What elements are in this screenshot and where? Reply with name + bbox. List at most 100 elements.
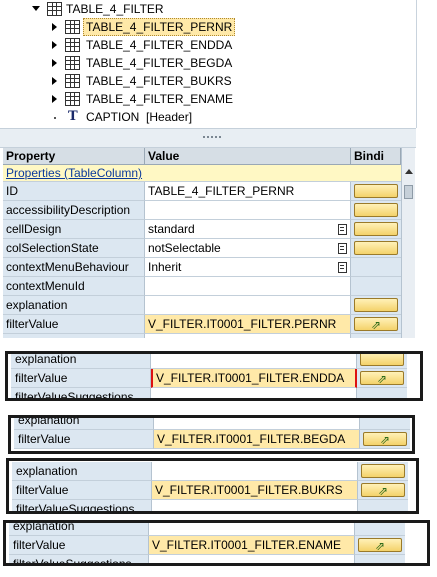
- tree-node-column[interactable]: TABLE_4_FILTER_ENAME: [0, 90, 416, 108]
- binding-button[interactable]: ⇗: [363, 432, 407, 447]
- property-name: filterValueSuggestions: [11, 388, 151, 398]
- splitter-handle[interactable]: [0, 128, 416, 148]
- property-row: filterValue V_FILTER.IT0001_FILTER.PERNR…: [3, 315, 401, 334]
- property-value-text: notSelectable: [148, 241, 221, 255]
- property-value[interactable]: [145, 201, 351, 220]
- property-value[interactable]: standard: [145, 220, 351, 239]
- binding-cell: [357, 388, 407, 398]
- scroll-thumb[interactable]: [404, 185, 413, 199]
- property-value[interactable]: V_FILTER.IT0001_FILTER.ENDDA: [151, 369, 357, 388]
- column-header-binding[interactable]: Bindi: [351, 148, 401, 165]
- tree-node-suffix: [Header]: [146, 110, 193, 124]
- binding-button[interactable]: [354, 184, 398, 198]
- table-icon: [65, 38, 80, 52]
- property-row: explanation: [3, 296, 401, 315]
- expand-icon[interactable]: [52, 41, 57, 49]
- property-name: contextMenuBehaviour: [3, 258, 145, 277]
- value-help-icon[interactable]: [338, 243, 347, 254]
- annotated-snippet: explanation filterValue V_FILTER.IT0001_…: [8, 415, 415, 454]
- property-name: filterValue: [11, 369, 151, 388]
- property-value[interactable]: [151, 354, 357, 369]
- property-section-header[interactable]: Properties (TableColumn): [3, 165, 401, 182]
- expand-icon[interactable]: [52, 77, 57, 85]
- property-name: accessibilityDescription: [3, 201, 145, 220]
- property-value[interactable]: notSelectable: [145, 239, 351, 258]
- property-value[interactable]: [145, 277, 351, 296]
- binding-cell: ⇗: [358, 481, 408, 500]
- property-name: filterValue: [9, 536, 149, 555]
- table-icon: [65, 92, 80, 106]
- property-name: explanation: [12, 462, 152, 481]
- binding-icon: ⇗: [375, 539, 386, 553]
- tree-node-label: TABLE_4_FILTER_ENDDA: [86, 38, 233, 52]
- binding-cell: [351, 296, 401, 315]
- property-value[interactable]: V_FILTER.IT0001_FILTER.BEGDA: [154, 430, 360, 449]
- text-element-icon: T: [68, 109, 78, 124]
- property-row: cellDesign standard: [3, 220, 401, 239]
- tree-node-column[interactable]: TABLE_4_FILTER_BEGDA: [0, 54, 416, 72]
- property-value[interactable]: V_FILTER.IT0001_FILTER.PERNR: [145, 315, 351, 334]
- binding-button[interactable]: [354, 298, 398, 312]
- property-name: filterValueSuggestions: [12, 500, 152, 511]
- property-value[interactable]: [149, 555, 355, 563]
- binding-cell: [351, 277, 401, 296]
- table-icon: [65, 74, 80, 88]
- binding-cell: [351, 258, 401, 277]
- property-row: colSelectionState notSelectable: [3, 239, 401, 258]
- column-header-property[interactable]: Property: [3, 148, 145, 165]
- property-grid: Property Value Bindi Properties (TableCo…: [3, 148, 415, 338]
- property-value[interactable]: [149, 523, 355, 536]
- binding-button[interactable]: [354, 203, 398, 217]
- ui-element-tree: TABLE_4_FILTER TABLE_4_FILTER_PERNR TABL…: [0, 0, 417, 128]
- property-name: explanation: [14, 418, 154, 430]
- property-value[interactable]: TABLE_4_FILTER_PERNR: [145, 182, 351, 201]
- property-name: explanation: [3, 296, 145, 315]
- table-icon: [65, 20, 80, 34]
- binding-button[interactable]: ⇗: [358, 538, 402, 553]
- annotated-snippet: explanation filterValue V_FILTER.IT0001_…: [6, 458, 419, 514]
- tree-node-label: TABLE_4_FILTER_ENAME: [86, 92, 233, 106]
- property-value[interactable]: V_FILTER.IT0001_FILTER.ENAME: [149, 536, 355, 555]
- column-header-value[interactable]: Value: [145, 148, 351, 165]
- tree-node-column[interactable]: TABLE_4_FILTER_ENDDA: [0, 36, 416, 54]
- property-row: contextMenuId: [3, 277, 401, 296]
- binding-cell: [351, 201, 401, 220]
- tree-node-caption[interactable]: T CAPTION [Header]: [0, 108, 416, 126]
- binding-cell: [351, 220, 401, 239]
- property-value[interactable]: [145, 296, 351, 315]
- binding-button[interactable]: ⇗: [360, 371, 404, 386]
- tree-node-root[interactable]: TABLE_4_FILTER: [0, 0, 416, 18]
- expand-icon[interactable]: [52, 95, 57, 103]
- tree-node-column[interactable]: TABLE_4_FILTER_PERNR: [0, 18, 416, 36]
- binding-button[interactable]: [354, 241, 398, 255]
- property-value[interactable]: [154, 418, 360, 430]
- property-value[interactable]: Inherit: [145, 258, 351, 277]
- binding-cell: ⇗: [351, 315, 401, 334]
- tree-node-label: TABLE_4_FILTER_PERNR: [83, 18, 236, 36]
- expand-icon[interactable]: [52, 59, 57, 67]
- property-name: explanation: [11, 354, 151, 369]
- grip-icon: [207, 136, 209, 138]
- property-value[interactable]: [152, 500, 358, 511]
- binding-button[interactable]: [360, 354, 404, 366]
- property-value[interactable]: [151, 388, 357, 398]
- binding-button[interactable]: ⇗: [354, 317, 398, 332]
- grip-icon: [215, 136, 217, 138]
- tree-node-column[interactable]: TABLE_4_FILTER_BUKRS: [0, 72, 416, 90]
- vertical-scrollbar[interactable]: [401, 148, 415, 338]
- expand-icon[interactable]: [52, 23, 57, 31]
- binding-button[interactable]: [361, 464, 405, 478]
- value-help-icon[interactable]: [338, 262, 347, 273]
- property-value[interactable]: V_FILTER.IT0001_FILTER.BUKRS: [152, 481, 358, 500]
- binding-button[interactable]: ⇗: [361, 483, 405, 498]
- binding-icon: ⇗: [380, 433, 391, 447]
- scroll-up-icon[interactable]: [405, 169, 413, 174]
- value-help-icon[interactable]: [338, 224, 347, 235]
- tree-node-label: TABLE_4_FILTER_BUKRS: [86, 74, 232, 88]
- binding-cell: ⇗: [360, 430, 410, 449]
- property-value[interactable]: [145, 334, 351, 338]
- property-value[interactable]: [152, 462, 358, 481]
- binding-button[interactable]: [354, 222, 398, 236]
- property-name: colSelectionState: [3, 239, 145, 258]
- collapse-icon[interactable]: [32, 6, 40, 11]
